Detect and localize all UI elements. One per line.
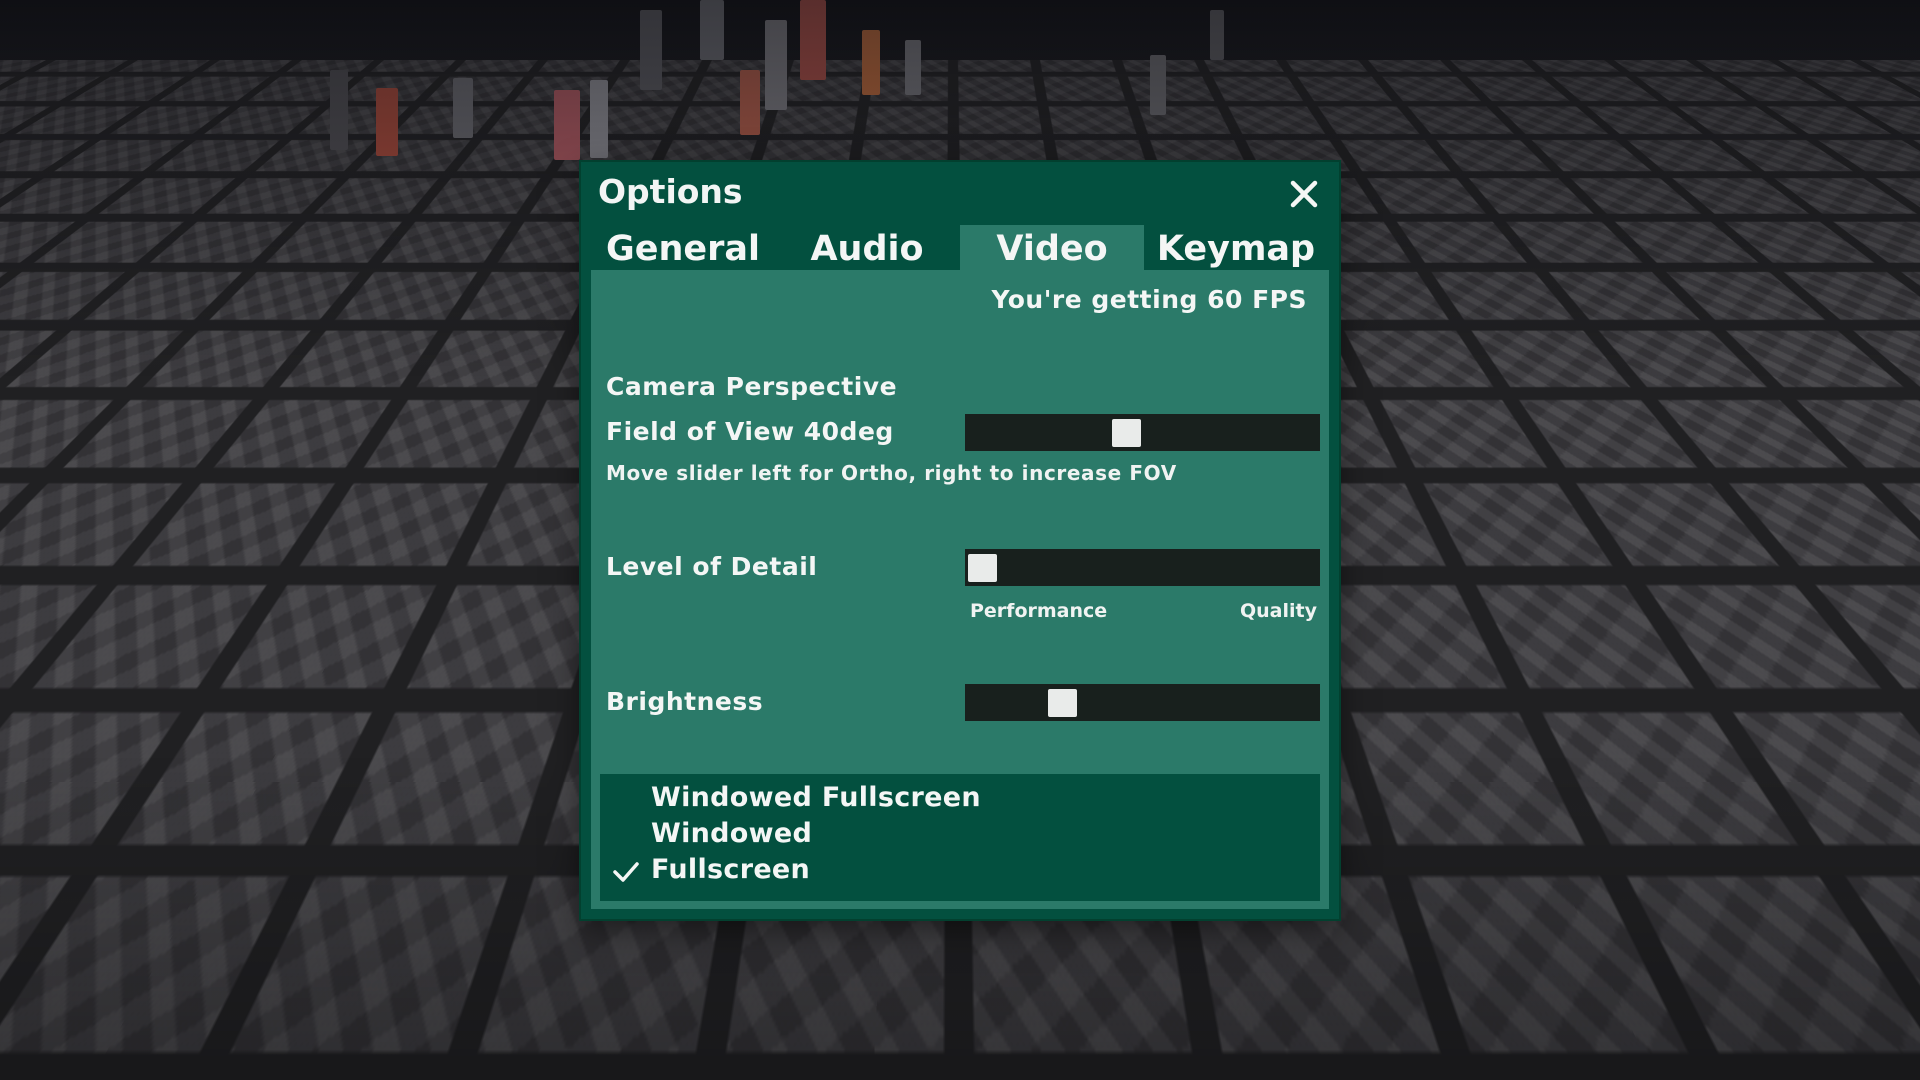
tab-bar: General Audio Video Keymap xyxy=(591,225,1329,270)
display-mode-label: Windowed xyxy=(651,818,813,849)
display-mode-list: Windowed Fullscreen Windowed Fullscreen xyxy=(600,774,1320,901)
tab-video[interactable]: Video xyxy=(960,225,1144,270)
display-mode-windowed[interactable]: Windowed xyxy=(600,816,1320,852)
level-of-detail-label: Level of Detail xyxy=(606,552,818,581)
field-of-view-hint: Move slider left for Ortho, right to inc… xyxy=(606,461,1177,485)
close-icon xyxy=(1290,180,1318,208)
options-window: Options General Audio Video Keymap You'r… xyxy=(581,162,1339,919)
brightness-slider-thumb[interactable] xyxy=(1048,689,1077,717)
checkmark-icon xyxy=(612,786,640,814)
field-of-view-label: Field of View 40deg xyxy=(606,417,894,446)
tab-keymap[interactable]: Keymap xyxy=(1144,225,1328,270)
checkmark-icon xyxy=(612,858,640,886)
field-of-view-slider[interactable] xyxy=(965,414,1320,451)
level-of-detail-slider[interactable] xyxy=(965,549,1320,586)
fps-counter: You're getting 60 FPS xyxy=(991,285,1307,314)
tab-general[interactable]: General xyxy=(591,225,775,270)
close-button[interactable] xyxy=(1284,174,1324,214)
display-mode-fullscreen[interactable]: Fullscreen xyxy=(600,852,1320,888)
level-of-detail-slider-thumb[interactable] xyxy=(968,554,997,582)
quality-label: Quality xyxy=(1240,600,1317,622)
display-mode-label: Fullscreen xyxy=(651,854,811,885)
window-title: Options xyxy=(598,172,743,211)
checkmark-icon xyxy=(612,822,640,850)
display-mode-windowed-fullscreen[interactable]: Windowed Fullscreen xyxy=(600,780,1320,816)
display-mode-label: Windowed Fullscreen xyxy=(651,782,981,813)
tab-audio[interactable]: Audio xyxy=(775,225,959,270)
performance-label: Performance xyxy=(970,600,1108,622)
video-settings-panel: You're getting 60 FPS Camera Perspective… xyxy=(591,270,1329,909)
brightness-slider[interactable] xyxy=(965,684,1320,721)
field-of-view-slider-thumb[interactable] xyxy=(1112,419,1141,447)
brightness-label: Brightness xyxy=(606,687,764,716)
camera-perspective-heading: Camera Perspective xyxy=(606,372,898,401)
